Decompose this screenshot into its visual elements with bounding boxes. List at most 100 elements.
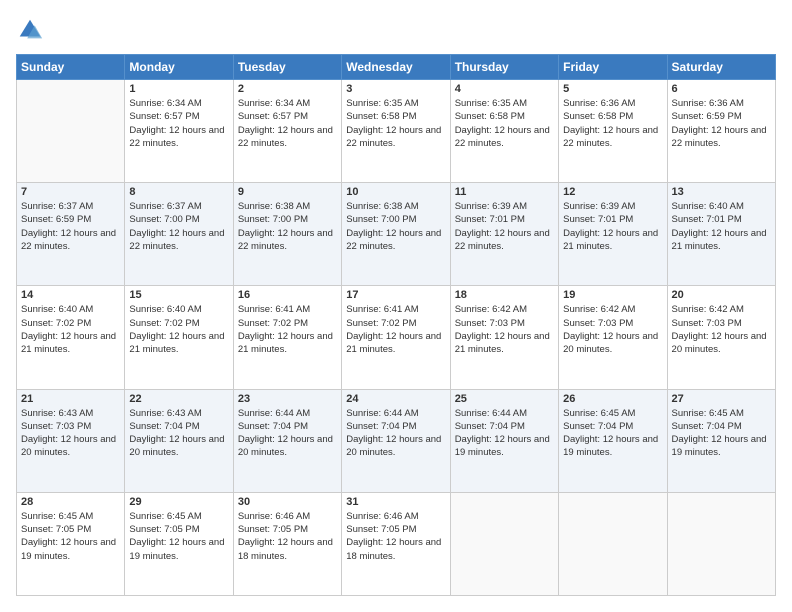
daylight-label: Daylight: 12 hours and 20 minutes. (129, 434, 224, 458)
calendar-cell: 15 Sunrise: 6:40 AM Sunset: 7:02 PM Dayl… (125, 286, 233, 389)
sunrise-label: Sunrise: 6:34 AM (238, 98, 310, 109)
day-info: Sunrise: 6:37 AM Sunset: 7:00 PM Dayligh… (129, 200, 228, 253)
calendar-cell: 7 Sunrise: 6:37 AM Sunset: 6:59 PM Dayli… (17, 183, 125, 286)
sunrise-label: Sunrise: 6:42 AM (455, 304, 527, 315)
day-info: Sunrise: 6:41 AM Sunset: 7:02 PM Dayligh… (346, 303, 445, 356)
day-info: Sunrise: 6:35 AM Sunset: 6:58 PM Dayligh… (346, 97, 445, 150)
sunrise-label: Sunrise: 6:45 AM (672, 408, 744, 419)
sunset-label: Sunset: 7:04 PM (238, 421, 308, 432)
sunset-label: Sunset: 7:01 PM (672, 214, 742, 225)
calendar-week-2: 7 Sunrise: 6:37 AM Sunset: 6:59 PM Dayli… (17, 183, 776, 286)
day-number: 17 (346, 289, 445, 301)
sunrise-label: Sunrise: 6:40 AM (129, 304, 201, 315)
calendar-cell (450, 492, 558, 595)
sunrise-label: Sunrise: 6:41 AM (238, 304, 310, 315)
daylight-label: Daylight: 12 hours and 22 minutes. (238, 125, 333, 149)
daylight-label: Daylight: 12 hours and 19 minutes. (21, 537, 116, 561)
sunset-label: Sunset: 7:01 PM (455, 214, 525, 225)
sunset-label: Sunset: 7:02 PM (21, 318, 91, 329)
sunset-label: Sunset: 7:03 PM (672, 318, 742, 329)
sunrise-label: Sunrise: 6:35 AM (455, 98, 527, 109)
day-number: 10 (346, 186, 445, 198)
day-info: Sunrise: 6:46 AM Sunset: 7:05 PM Dayligh… (238, 510, 337, 563)
calendar-cell: 1 Sunrise: 6:34 AM Sunset: 6:57 PM Dayli… (125, 80, 233, 183)
calendar-cell: 25 Sunrise: 6:44 AM Sunset: 7:04 PM Dayl… (450, 389, 558, 492)
calendar-cell: 28 Sunrise: 6:45 AM Sunset: 7:05 PM Dayl… (17, 492, 125, 595)
day-header-saturday: Saturday (667, 55, 775, 80)
day-info: Sunrise: 6:38 AM Sunset: 7:00 PM Dayligh… (346, 200, 445, 253)
sunset-label: Sunset: 7:04 PM (455, 421, 525, 432)
day-number: 31 (346, 496, 445, 508)
calendar-cell: 10 Sunrise: 6:38 AM Sunset: 7:00 PM Dayl… (342, 183, 450, 286)
day-number: 27 (672, 393, 771, 405)
sunset-label: Sunset: 7:00 PM (129, 214, 199, 225)
day-number: 14 (21, 289, 120, 301)
calendar-cell: 11 Sunrise: 6:39 AM Sunset: 7:01 PM Dayl… (450, 183, 558, 286)
day-number: 11 (455, 186, 554, 198)
daylight-label: Daylight: 12 hours and 20 minutes. (238, 434, 333, 458)
calendar-cell: 8 Sunrise: 6:37 AM Sunset: 7:00 PM Dayli… (125, 183, 233, 286)
daylight-label: Daylight: 12 hours and 22 minutes. (238, 228, 333, 252)
sunset-label: Sunset: 7:05 PM (129, 524, 199, 535)
daylight-label: Daylight: 12 hours and 21 minutes. (563, 228, 658, 252)
calendar-table: SundayMondayTuesdayWednesdayThursdayFrid… (16, 54, 776, 596)
day-info: Sunrise: 6:35 AM Sunset: 6:58 PM Dayligh… (455, 97, 554, 150)
calendar-cell: 23 Sunrise: 6:44 AM Sunset: 7:04 PM Dayl… (233, 389, 341, 492)
calendar-cell: 5 Sunrise: 6:36 AM Sunset: 6:58 PM Dayli… (559, 80, 667, 183)
day-number: 16 (238, 289, 337, 301)
day-info: Sunrise: 6:40 AM Sunset: 7:02 PM Dayligh… (21, 303, 120, 356)
day-info: Sunrise: 6:44 AM Sunset: 7:04 PM Dayligh… (238, 407, 337, 460)
day-number: 3 (346, 83, 445, 95)
sunset-label: Sunset: 7:04 PM (346, 421, 416, 432)
day-number: 13 (672, 186, 771, 198)
logo (16, 16, 48, 44)
daylight-label: Daylight: 12 hours and 22 minutes. (21, 228, 116, 252)
day-header-wednesday: Wednesday (342, 55, 450, 80)
day-number: 20 (672, 289, 771, 301)
day-info: Sunrise: 6:42 AM Sunset: 7:03 PM Dayligh… (455, 303, 554, 356)
calendar-cell: 24 Sunrise: 6:44 AM Sunset: 7:04 PM Dayl… (342, 389, 450, 492)
daylight-label: Daylight: 12 hours and 19 minutes. (129, 537, 224, 561)
calendar-cell: 18 Sunrise: 6:42 AM Sunset: 7:03 PM Dayl… (450, 286, 558, 389)
calendar-header-row: SundayMondayTuesdayWednesdayThursdayFrid… (17, 55, 776, 80)
daylight-label: Daylight: 12 hours and 18 minutes. (238, 537, 333, 561)
day-info: Sunrise: 6:39 AM Sunset: 7:01 PM Dayligh… (563, 200, 662, 253)
sunrise-label: Sunrise: 6:44 AM (346, 408, 418, 419)
calendar-cell (17, 80, 125, 183)
sunrise-label: Sunrise: 6:46 AM (346, 511, 418, 522)
sunset-label: Sunset: 7:04 PM (129, 421, 199, 432)
day-info: Sunrise: 6:44 AM Sunset: 7:04 PM Dayligh… (455, 407, 554, 460)
day-number: 23 (238, 393, 337, 405)
sunrise-label: Sunrise: 6:37 AM (129, 201, 201, 212)
day-info: Sunrise: 6:39 AM Sunset: 7:01 PM Dayligh… (455, 200, 554, 253)
daylight-label: Daylight: 12 hours and 21 minutes. (21, 331, 116, 355)
calendar-cell: 4 Sunrise: 6:35 AM Sunset: 6:58 PM Dayli… (450, 80, 558, 183)
sunrise-label: Sunrise: 6:42 AM (672, 304, 744, 315)
day-info: Sunrise: 6:45 AM Sunset: 7:04 PM Dayligh… (563, 407, 662, 460)
sunrise-label: Sunrise: 6:35 AM (346, 98, 418, 109)
day-number: 2 (238, 83, 337, 95)
day-number: 5 (563, 83, 662, 95)
calendar-cell: 27 Sunrise: 6:45 AM Sunset: 7:04 PM Dayl… (667, 389, 775, 492)
sunset-label: Sunset: 6:58 PM (346, 111, 416, 122)
daylight-label: Daylight: 12 hours and 22 minutes. (672, 125, 767, 149)
sunrise-label: Sunrise: 6:34 AM (129, 98, 201, 109)
day-number: 29 (129, 496, 228, 508)
day-number: 30 (238, 496, 337, 508)
day-header-monday: Monday (125, 55, 233, 80)
day-info: Sunrise: 6:43 AM Sunset: 7:03 PM Dayligh… (21, 407, 120, 460)
day-info: Sunrise: 6:42 AM Sunset: 7:03 PM Dayligh… (672, 303, 771, 356)
logo-icon (16, 16, 44, 44)
sunset-label: Sunset: 6:57 PM (129, 111, 199, 122)
sunrise-label: Sunrise: 6:45 AM (563, 408, 635, 419)
day-number: 26 (563, 393, 662, 405)
sunset-label: Sunset: 7:05 PM (238, 524, 308, 535)
day-info: Sunrise: 6:42 AM Sunset: 7:03 PM Dayligh… (563, 303, 662, 356)
calendar-week-3: 14 Sunrise: 6:40 AM Sunset: 7:02 PM Dayl… (17, 286, 776, 389)
day-number: 8 (129, 186, 228, 198)
sunrise-label: Sunrise: 6:40 AM (672, 201, 744, 212)
sunrise-label: Sunrise: 6:36 AM (563, 98, 635, 109)
sunset-label: Sunset: 7:03 PM (455, 318, 525, 329)
daylight-label: Daylight: 12 hours and 21 minutes. (238, 331, 333, 355)
calendar-cell: 16 Sunrise: 6:41 AM Sunset: 7:02 PM Dayl… (233, 286, 341, 389)
